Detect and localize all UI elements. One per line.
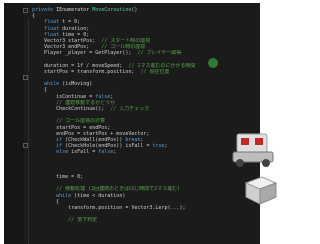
code-token: duration; [59, 25, 90, 32]
code-token: ; [110, 93, 114, 100]
code-token: // 現在位置 [140, 68, 170, 75]
code-token: // プレイヤー取得 [137, 50, 182, 57]
code-token: while [56, 192, 72, 199]
code-token: MoveCoroutine [92, 7, 132, 13]
code-token: // 連続移動するかどうか [56, 99, 116, 106]
code-token: ; [140, 136, 144, 143]
fold-toggle-icon[interactable] [23, 8, 28, 13]
code-token: duration = 1f / moveSpeed; [32, 62, 129, 69]
line-gutter [4, 3, 24, 244]
code-token: (time < duration) [71, 192, 126, 199]
code-token: (isMoving) [59, 81, 93, 88]
screenshot-root: private IEnumerator MoveCoroutine() { flo… [0, 0, 277, 244]
code-line: // 落下判定 [32, 217, 260, 223]
code-editor[interactable]: private IEnumerator MoveCoroutine() { flo… [4, 3, 260, 244]
code-token: // ゴール座標の計算 [56, 118, 106, 125]
code-token: Vector3 endPos; [32, 44, 102, 51]
code-token: transform.position = Vector3.Lerp(...); [32, 205, 186, 211]
fold-guide [28, 19, 29, 244]
code-token: Vector3 startPos; [32, 37, 102, 44]
code-token: { [32, 198, 60, 205]
robot-figure-icon [232, 133, 274, 167]
code-token: ; [113, 149, 117, 156]
code-token: private [32, 7, 54, 13]
code-token: while [44, 81, 60, 88]
code-token: // 移動処理 (2回連続のときは同じ時間で2マス進む) [56, 186, 181, 193]
code-token: CheckContinue(); [32, 106, 111, 112]
code-token: break [125, 136, 141, 143]
code-token: ; [164, 143, 168, 150]
code-token: // 1マス進むのにかかる時間 [128, 62, 196, 69]
code-token: true [152, 143, 165, 150]
code-token: // 落下判定 [68, 217, 98, 224]
code-token: time = 0; [59, 31, 90, 38]
code-token: IEnumerator [53, 7, 93, 13]
code-token: startPos = endPos; [32, 124, 111, 131]
code-token: endPos = startPos + moveVector; [32, 130, 150, 137]
fold-toggle-icon[interactable] [23, 75, 28, 80]
code-token: false [95, 93, 111, 100]
code-token: (CheckWall(endPos)) [62, 136, 126, 143]
fold-toggle-icon[interactable] [23, 143, 28, 148]
code-token: float [44, 25, 60, 32]
code-token: // ゴール時の座標 [101, 44, 146, 51]
code-token: isFall = [68, 149, 99, 156]
code-token: time = 0; [32, 174, 84, 181]
code-token: // 入力チェック [110, 106, 150, 112]
code-token: { [32, 13, 36, 20]
code-token: { [32, 87, 48, 94]
status-badge-icon [208, 58, 218, 68]
code-token: (CheckHole(endPos)) isFall = [62, 143, 153, 150]
code-token: float [44, 19, 60, 26]
code-token: () [131, 7, 138, 13]
code-token: t = 0; [59, 19, 81, 26]
code-token: else [56, 149, 69, 156]
code-token: // スタート時の座標 [101, 37, 151, 44]
gray-cube-icon [244, 176, 277, 205]
code-token: isContinue = [32, 93, 96, 100]
code-token: Player _player = GetPlayer(); [32, 50, 138, 57]
code-text-area[interactable]: private IEnumerator MoveCoroutine() { flo… [32, 7, 260, 224]
code-token: float [44, 31, 60, 38]
code-token: startPos = transform.position; [32, 68, 141, 75]
code-token: false [98, 149, 114, 156]
